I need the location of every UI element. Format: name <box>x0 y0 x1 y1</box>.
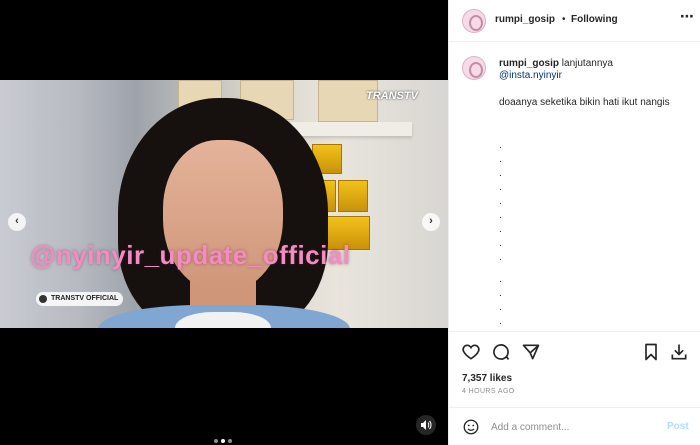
caption-dot: . <box>499 154 502 165</box>
carousel-indicator <box>214 430 235 445</box>
caption-dot: . <box>499 196 502 207</box>
caption-dot: . <box>499 210 502 221</box>
action-bar <box>449 331 700 371</box>
mute-button[interactable] <box>416 415 436 435</box>
next-slide-button[interactable]: › <box>422 213 440 231</box>
download-icon[interactable] <box>669 342 689 362</box>
like-count[interactable]: 7,357 likes <box>462 373 512 384</box>
caption-body: doaanya seketika bikin hati ikut nangis <box>499 97 670 108</box>
comment-icon[interactable] <box>491 342 511 362</box>
previous-slide-button[interactable]: ‹ <box>8 213 26 231</box>
chevron-left-icon: ‹ <box>15 215 19 227</box>
carousel-dot-active <box>221 439 225 443</box>
caption-dot: . <box>499 168 502 179</box>
caption-dot: . <box>499 238 502 249</box>
caption-username[interactable]: rumpi_gosip <box>499 58 559 69</box>
send-icon[interactable] <box>521 342 541 362</box>
more-options-icon[interactable]: ⋯ <box>680 8 694 25</box>
caption-dot: . <box>499 140 502 151</box>
speaker-icon <box>421 420 432 430</box>
carousel-dot <box>214 439 218 443</box>
caption-dot: . <box>499 252 502 263</box>
official-tag-label: TRANSTV OFFICIAL <box>51 295 119 302</box>
caption-lead-text: lanjutannya <box>561 58 613 69</box>
bookmark-icon[interactable] <box>641 342 661 362</box>
carousel-dot <box>228 439 232 443</box>
video-frame[interactable]: TRANSTV @nyinyir_update_official TRANSTV… <box>0 80 448 328</box>
channel-logo: TRANSTV <box>366 90 418 102</box>
caption-dot: . <box>499 182 502 193</box>
following-button[interactable]: Following <box>571 14 618 25</box>
header-separator: • <box>562 14 566 25</box>
comment-bar: Post <box>449 407 700 445</box>
caption-dot: . <box>499 302 502 313</box>
post-timestamp[interactable]: 4 HOURS AGO <box>462 388 515 395</box>
caption-dot: . <box>499 274 502 285</box>
watermark-text: @nyinyir_update_official <box>30 240 351 270</box>
post-panel: rumpi_gosip • Following ⋯ rumpi_gosip la… <box>448 0 700 445</box>
comment-input[interactable] <box>491 419 651 435</box>
caption-dot: . <box>499 288 502 299</box>
chevron-right-icon: › <box>429 215 433 227</box>
caption-dot: . <box>499 316 502 327</box>
caption-line: rumpi_gosip lanjutannya <box>499 58 613 69</box>
header-username[interactable]: rumpi_gosip <box>495 14 555 25</box>
post-button[interactable]: Post <box>667 421 689 432</box>
post-header: rumpi_gosip • Following ⋯ <box>449 0 700 42</box>
avatar[interactable] <box>462 9 486 33</box>
caption-avatar[interactable] <box>462 56 486 80</box>
heart-icon[interactable] <box>461 342 481 362</box>
caption-dot: . <box>499 224 502 235</box>
post-media[interactable]: TRANSTV @nyinyir_update_official TRANSTV… <box>0 0 448 445</box>
emoji-icon[interactable] <box>462 418 480 436</box>
official-tag: TRANSTV OFFICIAL <box>36 292 124 306</box>
gold-product <box>338 180 368 212</box>
channel-dot-icon <box>39 295 47 303</box>
caption-mention-link[interactable]: @insta.nyinyir <box>499 70 562 81</box>
